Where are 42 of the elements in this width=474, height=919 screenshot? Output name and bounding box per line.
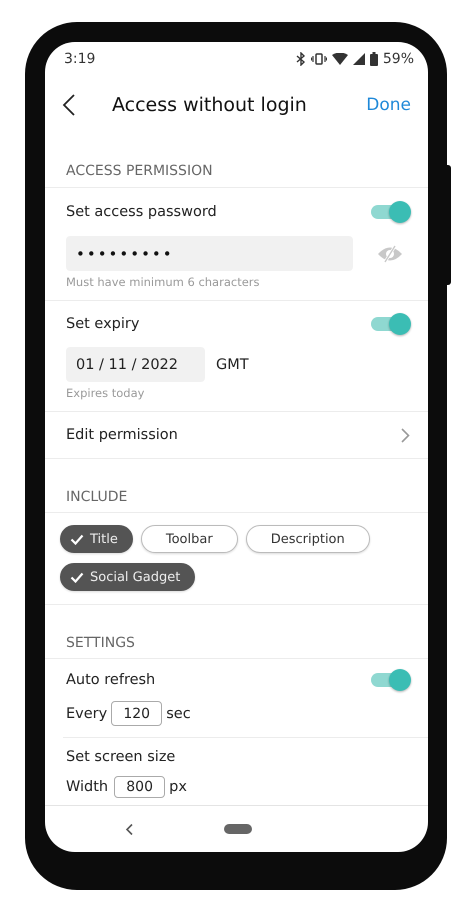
filter-chip[interactable]: Toolbar bbox=[140, 525, 238, 553]
section-heading: INCLUDE bbox=[66, 489, 128, 505]
field-prefix: Every bbox=[66, 706, 108, 722]
done-button[interactable]: Done bbox=[366, 95, 411, 115]
check-icon bbox=[70, 534, 84, 544]
hint-text: Expires today bbox=[66, 385, 146, 402]
signal-icon bbox=[352, 53, 365, 65]
home-pill[interactable] bbox=[224, 824, 252, 834]
unit-label: sec bbox=[166, 706, 191, 722]
check-icon bbox=[70, 572, 84, 582]
toggle-switch[interactable] bbox=[371, 312, 411, 336]
battery-icon bbox=[370, 52, 378, 66]
toggle-switch[interactable] bbox=[371, 668, 411, 692]
unit-label: px bbox=[169, 779, 187, 795]
password-field[interactable]: ••••••••• bbox=[66, 236, 353, 271]
setting-label: Set expiry bbox=[66, 316, 140, 332]
section-heading: ACCESS PERMISSION bbox=[66, 163, 213, 179]
field-prefix: Width bbox=[66, 779, 108, 795]
back-icon[interactable] bbox=[62, 93, 76, 117]
chevron-right-icon bbox=[401, 428, 410, 442]
hint-text: Must have minimum 6 characters bbox=[66, 274, 261, 291]
filter-chip[interactable]: Description bbox=[246, 525, 370, 553]
setting-label: Auto refresh bbox=[66, 672, 156, 688]
filter-chip[interactable]: Title bbox=[60, 525, 133, 553]
back-icon[interactable] bbox=[125, 822, 134, 836]
section-heading: SETTINGS bbox=[66, 635, 135, 651]
bluetooth-icon bbox=[296, 52, 306, 66]
number-field[interactable]: 800 bbox=[114, 776, 166, 798]
hidden-eye-icon[interactable] bbox=[377, 244, 403, 262]
battery-percent: 59% bbox=[382, 51, 414, 67]
wifi-icon bbox=[332, 53, 348, 65]
setting-label: Set access password bbox=[66, 204, 217, 220]
status-time: 3:19 bbox=[64, 51, 96, 67]
date-field[interactable]: 01 / 11 / 2022 bbox=[66, 347, 205, 382]
setting-label: Set screen size bbox=[66, 749, 176, 765]
vibrate-icon bbox=[310, 53, 327, 65]
page-title: Access without login bbox=[112, 94, 308, 116]
toggle-switch[interactable] bbox=[371, 200, 411, 224]
timezone-label: GMT bbox=[216, 356, 249, 372]
number-field[interactable]: 120 bbox=[111, 701, 162, 726]
edit-permission-item[interactable]: Edit permission bbox=[45, 412, 428, 459]
filter-chip[interactable]: Social Gadget bbox=[60, 563, 196, 591]
